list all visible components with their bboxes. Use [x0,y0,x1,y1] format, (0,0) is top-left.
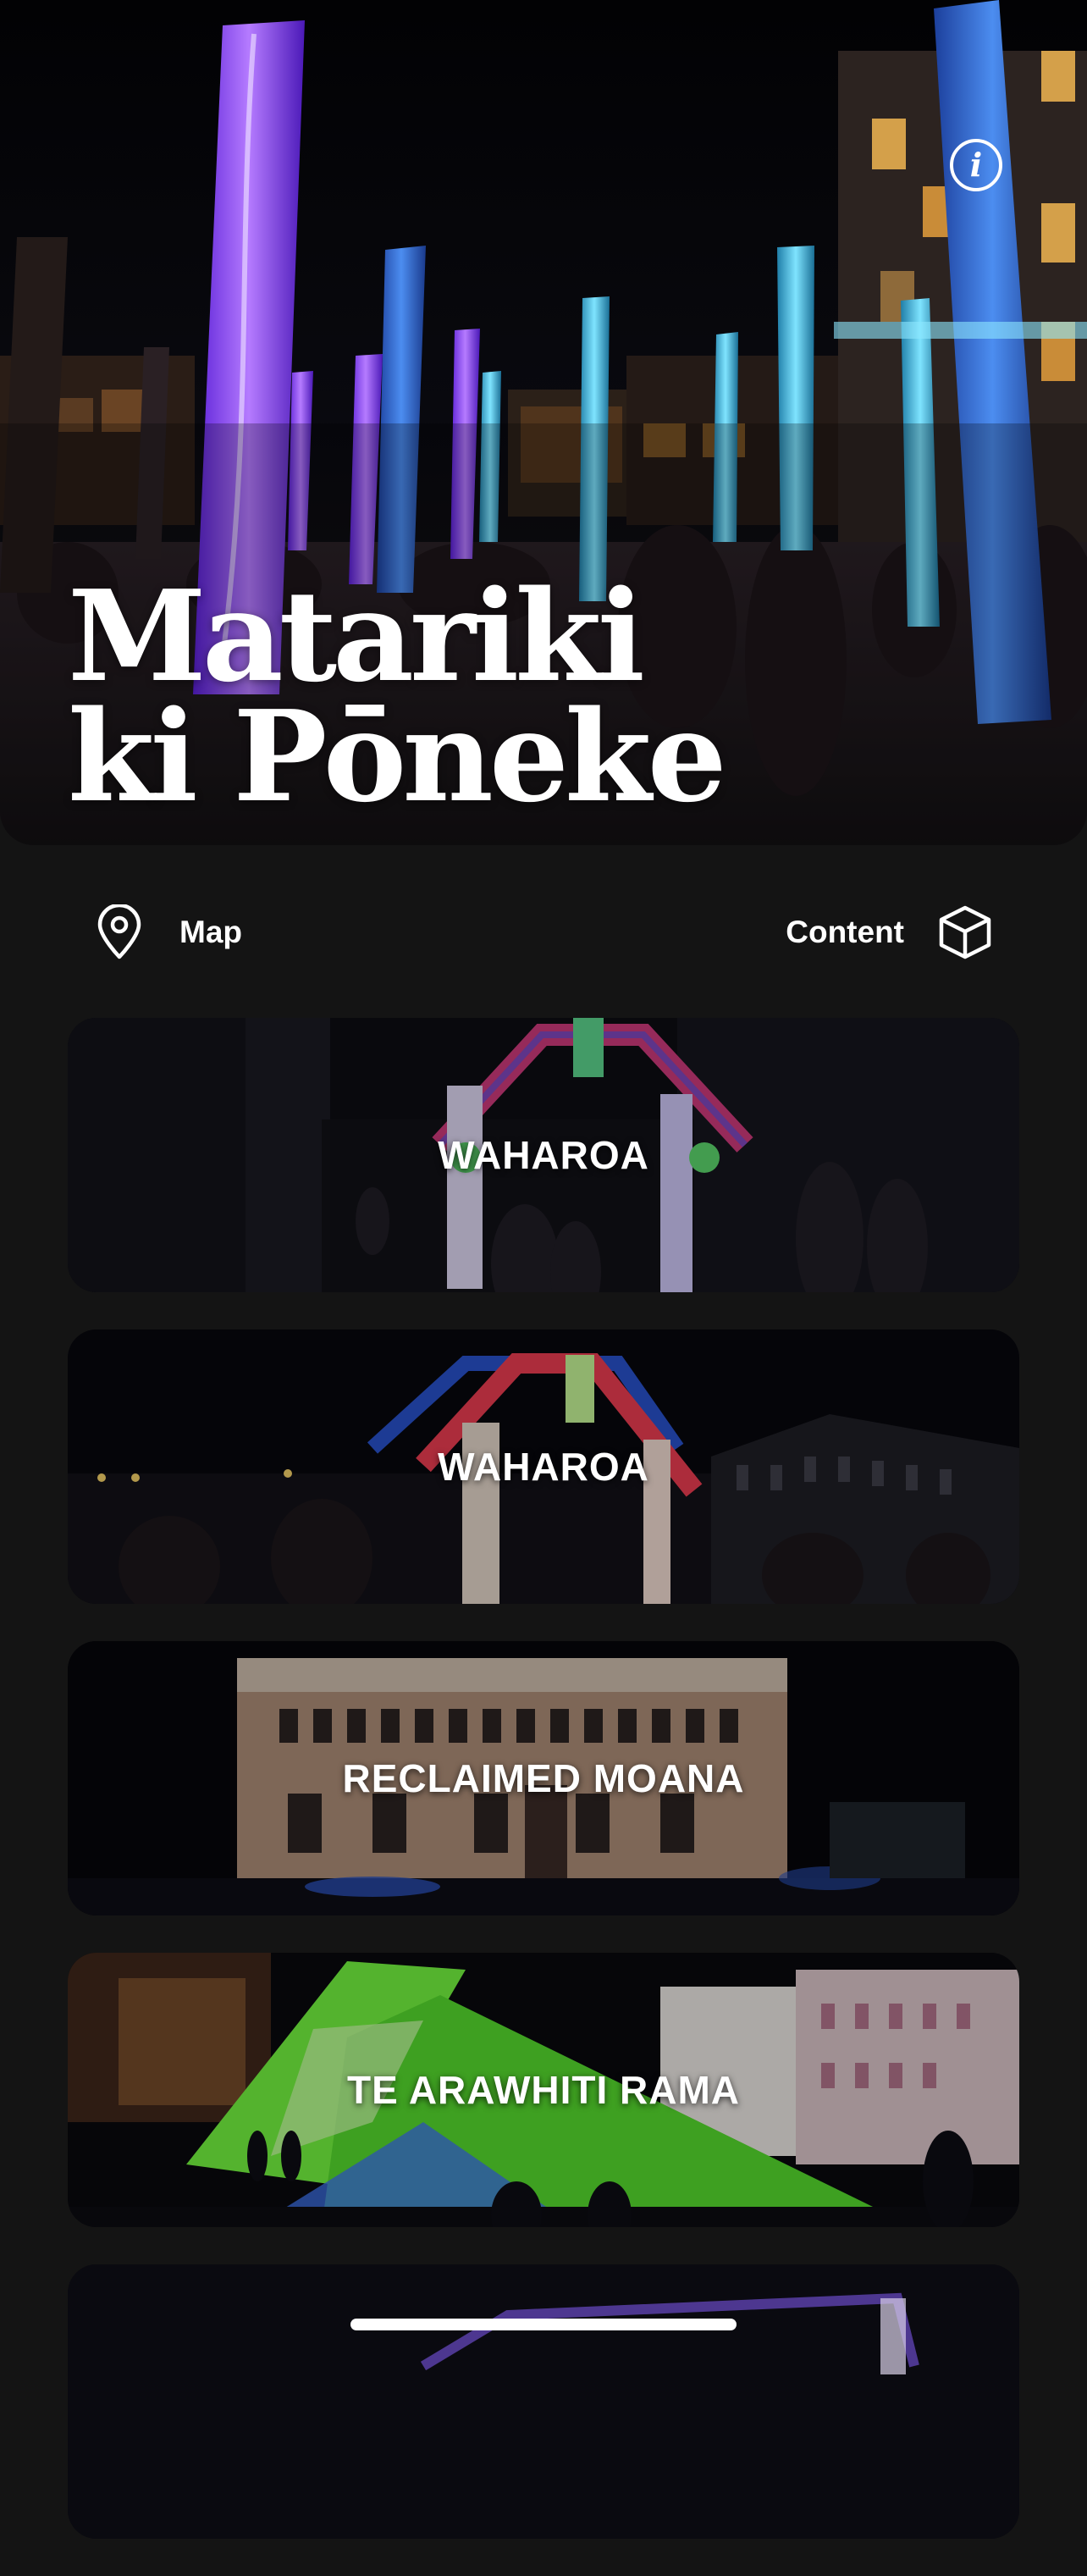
cube-icon [938,904,992,960]
card-title [68,2264,1019,2539]
list-item-partial[interactable] [68,2264,1019,2539]
hero-banner: Matariki ki Pōneke i [0,0,1087,845]
card-title: TE ARAWHITI RAMA [346,2068,741,2112]
location-pin-icon [95,904,144,960]
hero-title-line1: Matariki [68,562,645,710]
card-title: WAHAROA [438,1445,649,1489]
content-button[interactable]: Content [786,904,992,960]
list-item-te-arawhiti-rama[interactable]: TE ARAWHITI RAMA [68,1953,1019,2227]
list-item-reclaimed-moana[interactable]: RECLAIMED MOANA [68,1641,1019,1915]
list-item-waharoa-1[interactable]: WAHAROA [68,1018,1019,1292]
info-button[interactable]: i [950,139,1002,191]
content-label: Content [786,915,904,949]
card-title: RECLAIMED MOANA [342,1756,745,1800]
home-indicator[interactable] [350,2319,737,2330]
nav-row: Map Content [0,881,1087,982]
map-button[interactable]: Map [95,904,242,960]
info-icon: i [969,146,983,184]
hero-title: Matariki ki Pōneke [68,562,727,830]
map-label: Map [179,915,242,949]
hero-title-line2: ki Pōneke [68,683,727,830]
card-title: WAHAROA [438,1133,649,1177]
content-list: WAHAROA WAHAROA RECLAIMED MOANA TE ARAWH… [68,1018,1019,2576]
list-item-waharoa-2[interactable]: WAHAROA [68,1329,1019,1604]
